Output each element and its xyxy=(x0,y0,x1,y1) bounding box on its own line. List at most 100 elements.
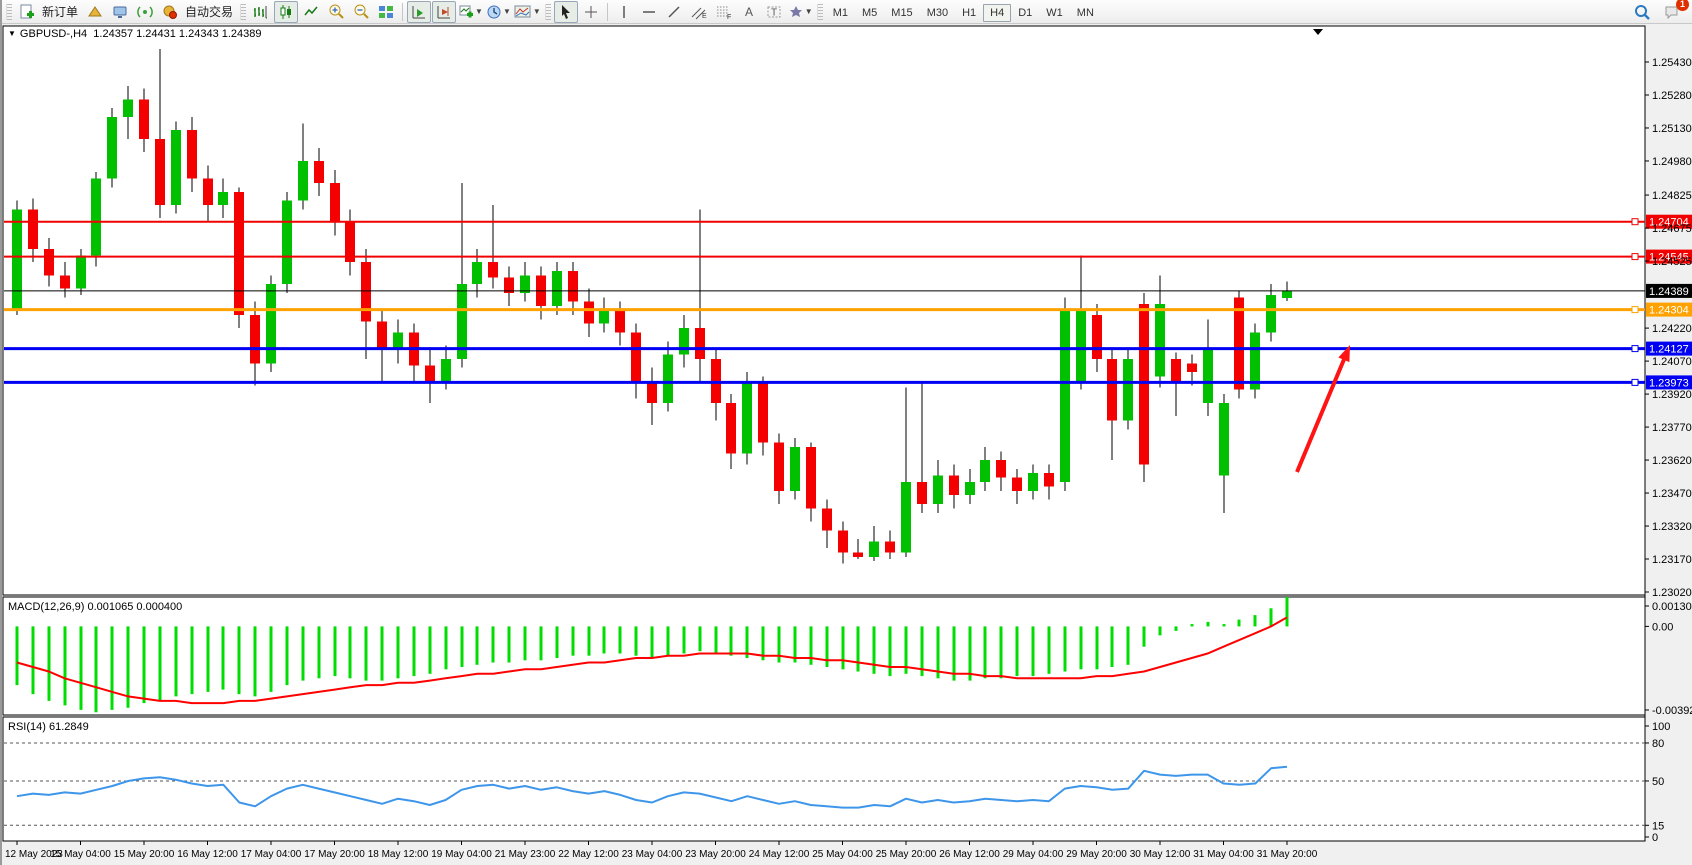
price-tag-value: 1.24304 xyxy=(1649,305,1689,317)
horizontal-line-icon[interactable] xyxy=(637,1,661,23)
signal-icon[interactable] xyxy=(133,1,157,23)
timeframe-h1[interactable]: H1 xyxy=(955,4,983,22)
macd-pane[interactable] xyxy=(3,597,1645,715)
autotrade-icon[interactable] xyxy=(158,1,182,23)
tile-windows-icon[interactable] xyxy=(374,1,398,23)
timeframe-group: M1M5M15M30H1H4D1W1MN xyxy=(826,3,1101,21)
toolbar-grip[interactable] xyxy=(817,4,823,20)
trendline-icon[interactable] xyxy=(662,1,686,23)
rsi-axis-label: 50 xyxy=(1652,776,1664,788)
timeframe-h4[interactable]: H4 xyxy=(983,4,1011,22)
price-axis-label: 1.23470 xyxy=(1652,488,1692,500)
market-watch-icon[interactable] xyxy=(83,1,107,23)
new-order-button[interactable]: 新订单 xyxy=(42,3,78,20)
cursor-icon[interactable] xyxy=(554,1,578,23)
price-axis-label: 1.24220 xyxy=(1652,323,1692,335)
price-axis-label: 1.23770 xyxy=(1652,422,1692,434)
time-axis-label: 15 May 04:00 xyxy=(50,849,111,860)
chevron-down-icon: ▼ xyxy=(475,7,483,16)
time-axis-label: 25 May 20:00 xyxy=(876,849,937,860)
time-axis-label: 29 May 04:00 xyxy=(1003,849,1064,860)
time-axis-label: 15 May 20:00 xyxy=(114,849,175,860)
macd-axis-label: 0.00 xyxy=(1652,621,1673,633)
timeframe-w1[interactable]: W1 xyxy=(1039,4,1070,22)
rsi-pane[interactable] xyxy=(3,717,1645,841)
time-axis-label: 25 May 04:00 xyxy=(812,849,873,860)
candle-chart-icon[interactable] xyxy=(274,1,298,23)
profiles-icon[interactable]: ▼ xyxy=(485,1,512,23)
time-axis-label: 16 May 12:00 xyxy=(177,849,238,860)
price-tag-value: 1.24127 xyxy=(1649,344,1689,356)
timeframe-m15[interactable]: M15 xyxy=(884,4,919,22)
chevron-down-icon: ▼ xyxy=(503,7,511,16)
price-axis-label: 1.23620 xyxy=(1652,455,1692,467)
timeframe-m5[interactable]: M5 xyxy=(855,4,884,22)
timeframe-d1[interactable]: D1 xyxy=(1011,4,1039,22)
text-icon[interactable]: A xyxy=(737,1,761,23)
arrows-icon[interactable]: ▼ xyxy=(787,1,814,23)
svg-text:F: F xyxy=(727,14,731,20)
time-axis-label: 31 May 04:00 xyxy=(1193,849,1254,860)
autotrade-button[interactable]: 自动交易 xyxy=(185,3,233,20)
auto-scroll-icon[interactable] xyxy=(407,1,431,23)
line-handle-marker[interactable] xyxy=(1632,307,1638,313)
vertical-line-icon[interactable] xyxy=(612,1,636,23)
toolbar-separator xyxy=(607,3,608,21)
price-axis-label: 1.23170 xyxy=(1652,554,1692,566)
chevron-down-icon: ▼ xyxy=(533,7,541,16)
rsi-axis-label: 100 xyxy=(1652,721,1670,733)
new-chart-icon[interactable]: ▼ xyxy=(457,1,484,23)
timeframe-m30[interactable]: M30 xyxy=(920,4,955,22)
zoom-in-icon[interactable] xyxy=(324,1,348,23)
line-handle-marker[interactable] xyxy=(1632,346,1638,352)
channel-icon[interactable]: E xyxy=(687,1,711,23)
chart-window[interactable]: 1.247041.245451.243891.243041.241271.239… xyxy=(2,24,1692,865)
price-axis-label: 1.24825 xyxy=(1652,190,1692,202)
toolbar-separator xyxy=(402,3,403,21)
macd-axis-label: -0.003925 xyxy=(1652,705,1692,717)
price-axis-label: 1.24070 xyxy=(1652,356,1692,368)
time-axis-label: 17 May 20:00 xyxy=(304,849,365,860)
chart-menu-arrow-icon[interactable]: ▼ xyxy=(8,29,16,38)
time-axis-label: 31 May 20:00 xyxy=(1257,849,1318,860)
zoom-out-icon[interactable] xyxy=(349,1,373,23)
price-axis-label: 1.25280 xyxy=(1652,90,1692,102)
text-label-icon[interactable]: T xyxy=(762,1,786,23)
price-axis-label: 1.24980 xyxy=(1652,156,1692,168)
price-tag-value: 1.23973 xyxy=(1649,377,1689,389)
time-axis-label: 19 May 04:00 xyxy=(431,849,492,860)
chart-canvas[interactable]: 1.247041.245451.243891.243041.241271.239… xyxy=(2,24,1692,865)
toolbar-grip[interactable] xyxy=(240,4,246,20)
indicators-icon[interactable]: ▼ xyxy=(513,1,542,23)
new-order-icon[interactable] xyxy=(15,1,39,23)
line-chart-icon[interactable] xyxy=(299,1,323,23)
time-axis-label: 30 May 12:00 xyxy=(1130,849,1191,860)
bar-chart-icon[interactable] xyxy=(249,1,273,23)
svg-text:T: T xyxy=(771,7,777,18)
rsi-indicator-label: RSI(14) 61.2849 xyxy=(8,721,89,733)
time-axis-label: 23 May 04:00 xyxy=(622,849,683,860)
line-handle-marker[interactable] xyxy=(1632,219,1638,225)
line-handle-marker[interactable] xyxy=(1632,379,1638,385)
chart-title: ▼GBPUSD-,H4 1.24357 1.24431 1.24343 1.24… xyxy=(8,28,262,40)
time-axis-label: 23 May 20:00 xyxy=(685,849,746,860)
rsi-axis-label: 15 xyxy=(1652,820,1664,832)
terminal-icon[interactable] xyxy=(108,1,132,23)
time-axis-label: 26 May 12:00 xyxy=(939,849,1000,860)
chart-shift-icon[interactable] xyxy=(432,1,456,23)
fibonacci-icon[interactable]: F xyxy=(712,1,736,23)
toolbar: 新订单 自动交易 xyxy=(2,0,1692,24)
notifications-icon[interactable]: 1 xyxy=(1660,1,1684,23)
crosshair-icon[interactable] xyxy=(579,1,603,23)
timeframe-m1[interactable]: M1 xyxy=(826,4,855,22)
svg-text:E: E xyxy=(702,13,707,20)
price-axis-label: 1.23920 xyxy=(1652,389,1692,401)
svg-text:A: A xyxy=(745,5,753,19)
timeframe-mn[interactable]: MN xyxy=(1070,4,1101,22)
toolbar-grip[interactable] xyxy=(6,4,12,20)
line-handle-marker[interactable] xyxy=(1632,254,1638,260)
price-axis-label: 1.24525 xyxy=(1652,256,1692,268)
toolbar-grip[interactable] xyxy=(545,4,551,20)
search-icon[interactable] xyxy=(1630,1,1654,23)
price-axis-label: 1.23320 xyxy=(1652,521,1692,533)
